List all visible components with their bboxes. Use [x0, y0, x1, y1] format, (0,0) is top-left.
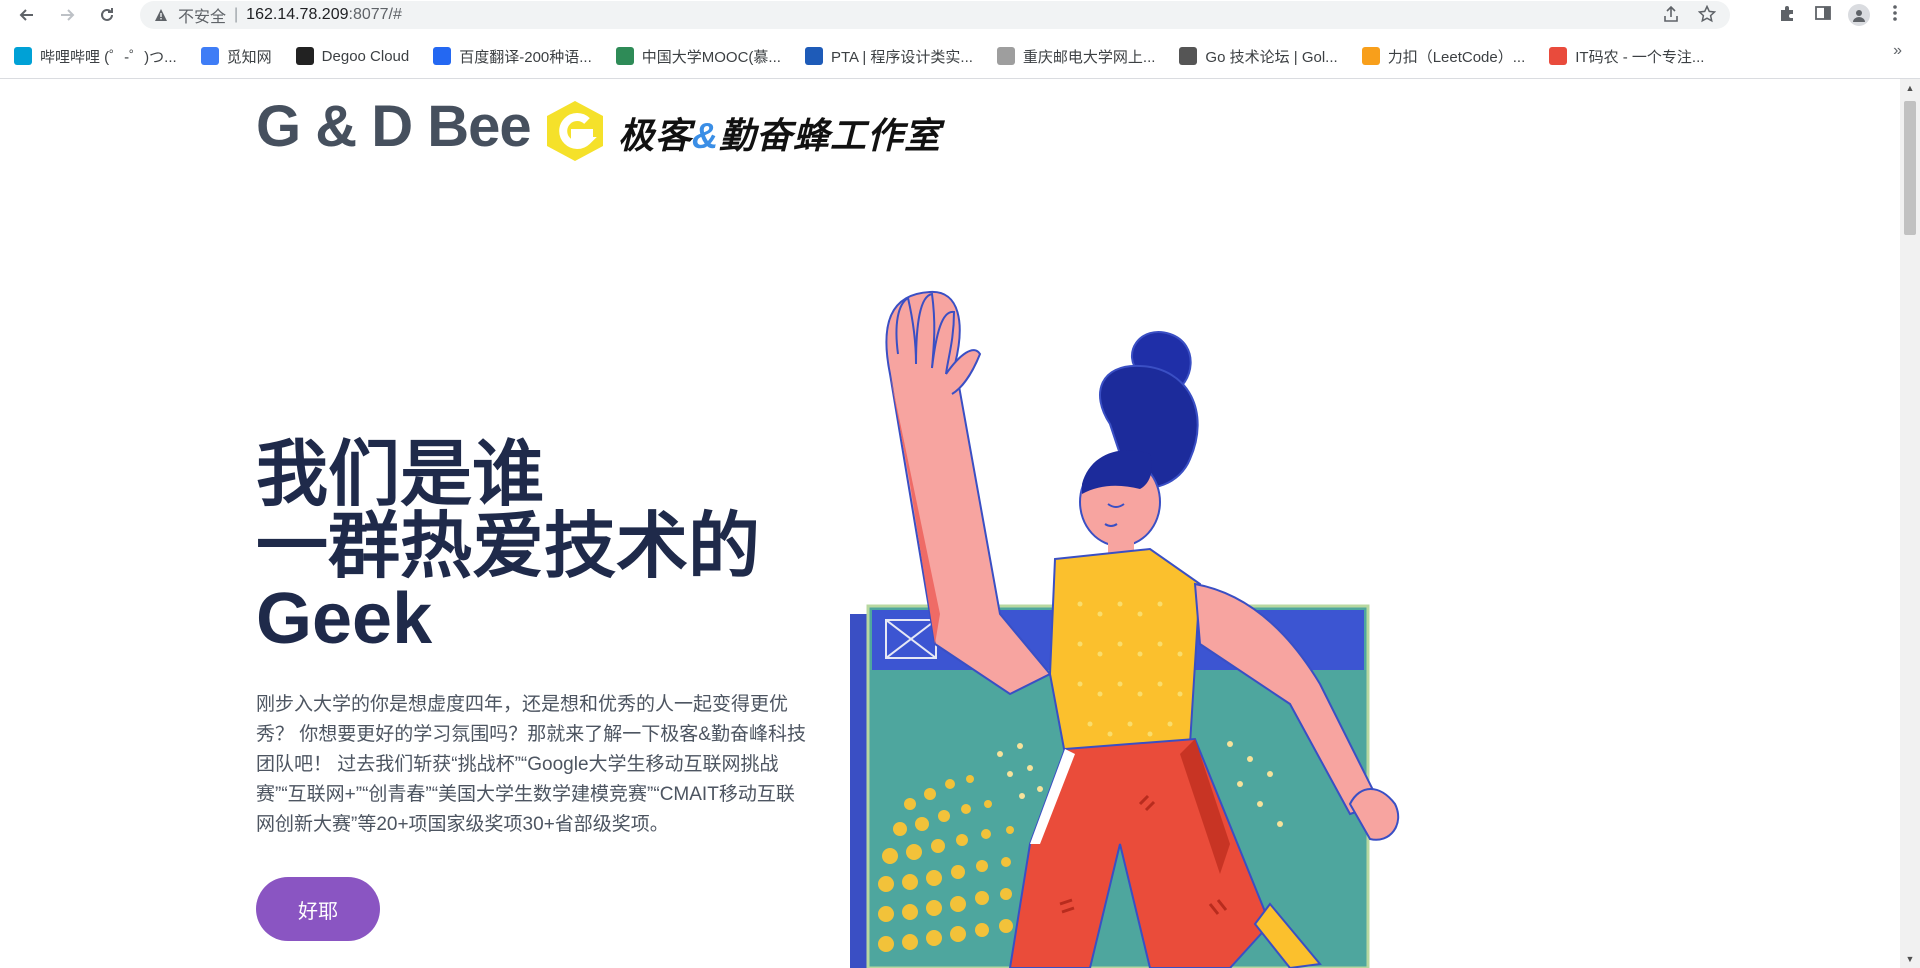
bookmark-label: 百度翻译-200种语... — [459, 48, 592, 66]
share-icon[interactable] — [1662, 5, 1680, 28]
hero-title-line3: Geek — [256, 579, 433, 659]
bookmark-label: Go 技术论坛 | Gol... — [1205, 48, 1338, 66]
bookmarks-bar: 哔哩哔哩 (゜-゜)つ... 觅知网 Degoo Cloud 百度翻译-200种语..… — [0, 42, 1920, 70]
bookmark-item[interactable]: 觅知网 — [200, 46, 272, 67]
bookmark-favicon-icon — [14, 47, 32, 65]
bookmark-label: 哔哩哔哩 (゜-゜)つ... — [40, 48, 177, 66]
bookmark-label: PTA | 程序设计类实... — [830, 48, 973, 66]
bookmark-item[interactable]: 重庆邮电大学网上... — [996, 46, 1156, 67]
brand-logo-icon[interactable] — [545, 99, 605, 163]
hero-title-line1: 我们是谁 — [256, 435, 545, 515]
security-label[interactable]: 不安全 — [178, 3, 226, 27]
bookmark-item[interactable]: IT码农 - 一个专注... — [1549, 46, 1704, 67]
bookmark-item[interactable]: 哔哩哔哩 (゜-゜)つ... — [14, 46, 177, 67]
divider: | — [234, 6, 239, 23]
bookmark-item[interactable]: 百度翻译-200种语... — [433, 46, 592, 67]
bookmark-favicon-icon — [1549, 47, 1568, 65]
arrow-right-icon — [61, 9, 75, 21]
bookmark-label: 中国大学MOOC(慕... — [641, 48, 781, 66]
page-content: G & D Bee 极客&勤奋蜂工作室 我们是谁 一群热爱技术的 Geek 刚步… — [0, 79, 1900, 968]
bookmark-label: 觅知网 — [226, 48, 272, 66]
scrollbar-thumb[interactable] — [1904, 101, 1916, 235]
bookmark-item[interactable]: 力扣（LeetCode）... — [1361, 46, 1526, 67]
hero-illustration — [850, 290, 1400, 968]
hero-description: 刚步入大学的你是想虚度四年，还是想和优秀的人一起变得更优秀？ 你想要更好的学习氛… — [256, 694, 806, 835]
brand-cn-part2: 勤奋蜂工作室 — [719, 115, 942, 156]
bookmark-label: 力扣（LeetCode）... — [1387, 48, 1526, 66]
scroll-down-arrow-icon[interactable]: ▼ — [1900, 954, 1920, 964]
reload-icon — [101, 8, 113, 21]
url-path: :8077/# — [348, 6, 402, 23]
warning-icon[interactable] — [154, 8, 168, 22]
forward-button[interactable] — [52, 0, 82, 30]
brand-cn-amp: & — [692, 115, 720, 156]
star-icon[interactable] — [1697, 4, 1717, 28]
bookmark-favicon-icon — [615, 47, 634, 65]
back-button[interactable] — [12, 0, 42, 30]
bookmark-favicon-icon — [996, 47, 1015, 65]
scroll-up-arrow-icon[interactable]: ▲ — [1900, 83, 1920, 93]
bookmark-item[interactable]: Degoo Cloud — [295, 47, 410, 65]
bookmark-label: IT码农 - 一个专注... — [1575, 48, 1705, 66]
browser-toolbar: 不安全 | 162.14.78.209:8077/# — [0, 0, 1920, 30]
bookmark-favicon-icon — [295, 47, 314, 65]
bookmark-item[interactable]: PTA | 程序设计类实... — [804, 46, 973, 67]
bookmark-label: 重庆邮电大学网上... — [1022, 48, 1156, 66]
reload-button[interactable] — [92, 0, 122, 30]
hero-title: 我们是谁 一群热爱技术的 Geek — [256, 439, 760, 655]
bookmark-item[interactable]: 中国大学MOOC(慕... — [615, 46, 781, 67]
bookmarks-more-button[interactable]: » — [1893, 42, 1902, 60]
page-scrollbar[interactable]: ▲ ▼ — [1900, 79, 1920, 968]
brand-cn-part1: 极客 — [618, 115, 693, 156]
brand-title[interactable]: G & D Bee — [256, 93, 532, 160]
bookmark-favicon-icon — [1179, 47, 1198, 65]
bookmark-favicon-icon — [804, 47, 823, 65]
bookmark-label: Degoo Cloud — [321, 47, 410, 65]
hero-title-line2: 一群热爱技术的 — [256, 507, 761, 587]
brand-chinese-name: 极客&勤奋蜂工作室 — [618, 107, 941, 159]
extensions-icon[interactable] — [1776, 4, 1798, 27]
menu-kebab-icon[interactable] — [1884, 4, 1906, 27]
bookmark-favicon-icon — [200, 47, 219, 65]
url-text[interactable]: 162.14.78.209:8077/# — [246, 6, 402, 24]
bookmark-item[interactable]: Go 技术论坛 | Gol... — [1179, 46, 1338, 67]
side-panel-icon[interactable] — [1812, 4, 1834, 27]
profile-avatar-icon[interactable] — [1848, 4, 1870, 26]
address-bar[interactable]: 不安全 | 162.14.78.209:8077/# — [140, 1, 1730, 29]
arrow-left-icon — [19, 9, 33, 21]
bookmark-favicon-icon — [1361, 47, 1380, 65]
cta-button[interactable]: 好耶 — [256, 877, 380, 941]
bookmark-favicon-icon — [433, 47, 452, 65]
url-host: 162.14.78.209 — [246, 6, 349, 23]
